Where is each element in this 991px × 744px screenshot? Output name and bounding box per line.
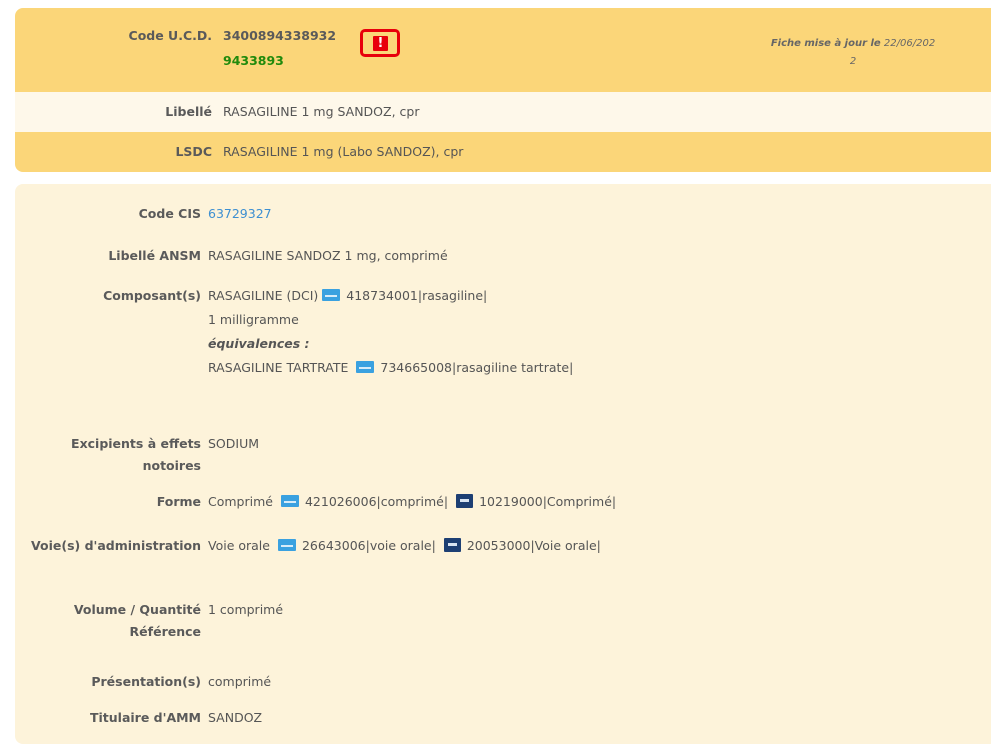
composant-name: RASAGILINE (DCI) — [208, 288, 319, 303]
voie-line: Voie orale 26643006|voie orale| 20053000|V… — [208, 538, 601, 553]
composant-line: RASAGILINE (DCI) 418734001|rasagiline| — [208, 288, 487, 303]
ucd-header-card: Code U.C.D. 3400894338932 9433893 ! Fich… — [15, 8, 991, 172]
alert-button[interactable]: ! — [360, 29, 400, 57]
libelle-label: Libellé — [165, 104, 212, 119]
equivalences-label: équivalences : — [208, 336, 310, 351]
detail-card: Code CIS 63729327 Libellé ANSM RASAGILIN… — [15, 184, 991, 744]
volume-label: Volume / Quantité Référence — [73, 602, 201, 639]
voie-label: Voie(s) d'administration — [31, 538, 201, 553]
presentation-label: Présentation(s) — [91, 674, 201, 689]
titulaire-value: SANDOZ — [208, 710, 263, 725]
ucd-sub-code: 9433893 — [223, 53, 284, 68]
alert-icon: ! — [373, 36, 388, 51]
composant-dose: 1 milligramme — [208, 312, 299, 327]
edqm-icon[interactable] — [443, 538, 461, 552]
forme-line: Comprimé 421026006|comprimé| 10219000|Comp… — [208, 494, 616, 509]
updated-date-wrap: 2 — [849, 56, 857, 67]
volume-value: 1 comprimé — [208, 602, 284, 617]
snomed-ct-icon[interactable] — [280, 495, 299, 507]
last-updated: Fiche mise à jour le 22/06/202 2 — [763, 35, 943, 71]
snomed-ct-icon[interactable] — [356, 361, 375, 373]
ansm-label: Libellé ANSM — [108, 248, 201, 263]
ucd-value: 3400894338932 — [223, 28, 337, 43]
ucd-label: Code U.C.D. — [128, 28, 212, 43]
titulaire-label: Titulaire d'AMM — [89, 710, 201, 725]
equivalence-code: 734665008|rasagiline tartrate| — [380, 360, 574, 375]
voie-value: Voie orale — [208, 538, 270, 553]
composant-label: Composant(s) — [103, 288, 201, 303]
excipients-value: SODIUM — [208, 436, 260, 451]
voie-code-snomed: 26643006|voie orale| — [301, 538, 436, 553]
snomed-ct-icon[interactable] — [322, 289, 341, 301]
cis-value[interactable]: 63729327 — [208, 206, 272, 221]
libelle-value: RASAGILINE 1 mg SANDOZ, cpr — [223, 104, 420, 119]
composant-code: 418734001|rasagiline| — [346, 288, 488, 303]
excipients-label: Excipients à effets notoires — [71, 436, 201, 473]
ansm-value: RASAGILINE SANDOZ 1 mg, comprimé — [208, 248, 448, 263]
forme-code-edqm: 10219000|Comprimé| — [479, 494, 617, 509]
forme-code-snomed: 421026006|comprimé| — [304, 494, 449, 509]
equivalence-line: RASAGILINE TARTRATE 734665008|rasagiline … — [208, 360, 573, 375]
updated-label: Fiche mise à jour le — [770, 38, 881, 49]
equivalence-name: RASAGILINE TARTRATE — [208, 360, 349, 375]
presentation-value: comprimé — [208, 674, 272, 689]
edqm-icon[interactable] — [456, 494, 474, 508]
snomed-ct-icon[interactable] — [277, 539, 296, 551]
forme-value: Comprimé — [208, 494, 273, 509]
lsdc-label: LSDC — [175, 144, 212, 159]
updated-date: 22/06/202 — [883, 38, 936, 49]
forme-label: Forme — [156, 494, 201, 509]
cis-label: Code CIS — [138, 206, 201, 221]
voie-code-edqm: 20053000|Voie orale| — [466, 538, 601, 553]
cis-link[interactable]: 63729327 — [208, 206, 272, 221]
lsdc-value: RASAGILINE 1 mg (Labo SANDOZ), cpr — [223, 144, 464, 159]
